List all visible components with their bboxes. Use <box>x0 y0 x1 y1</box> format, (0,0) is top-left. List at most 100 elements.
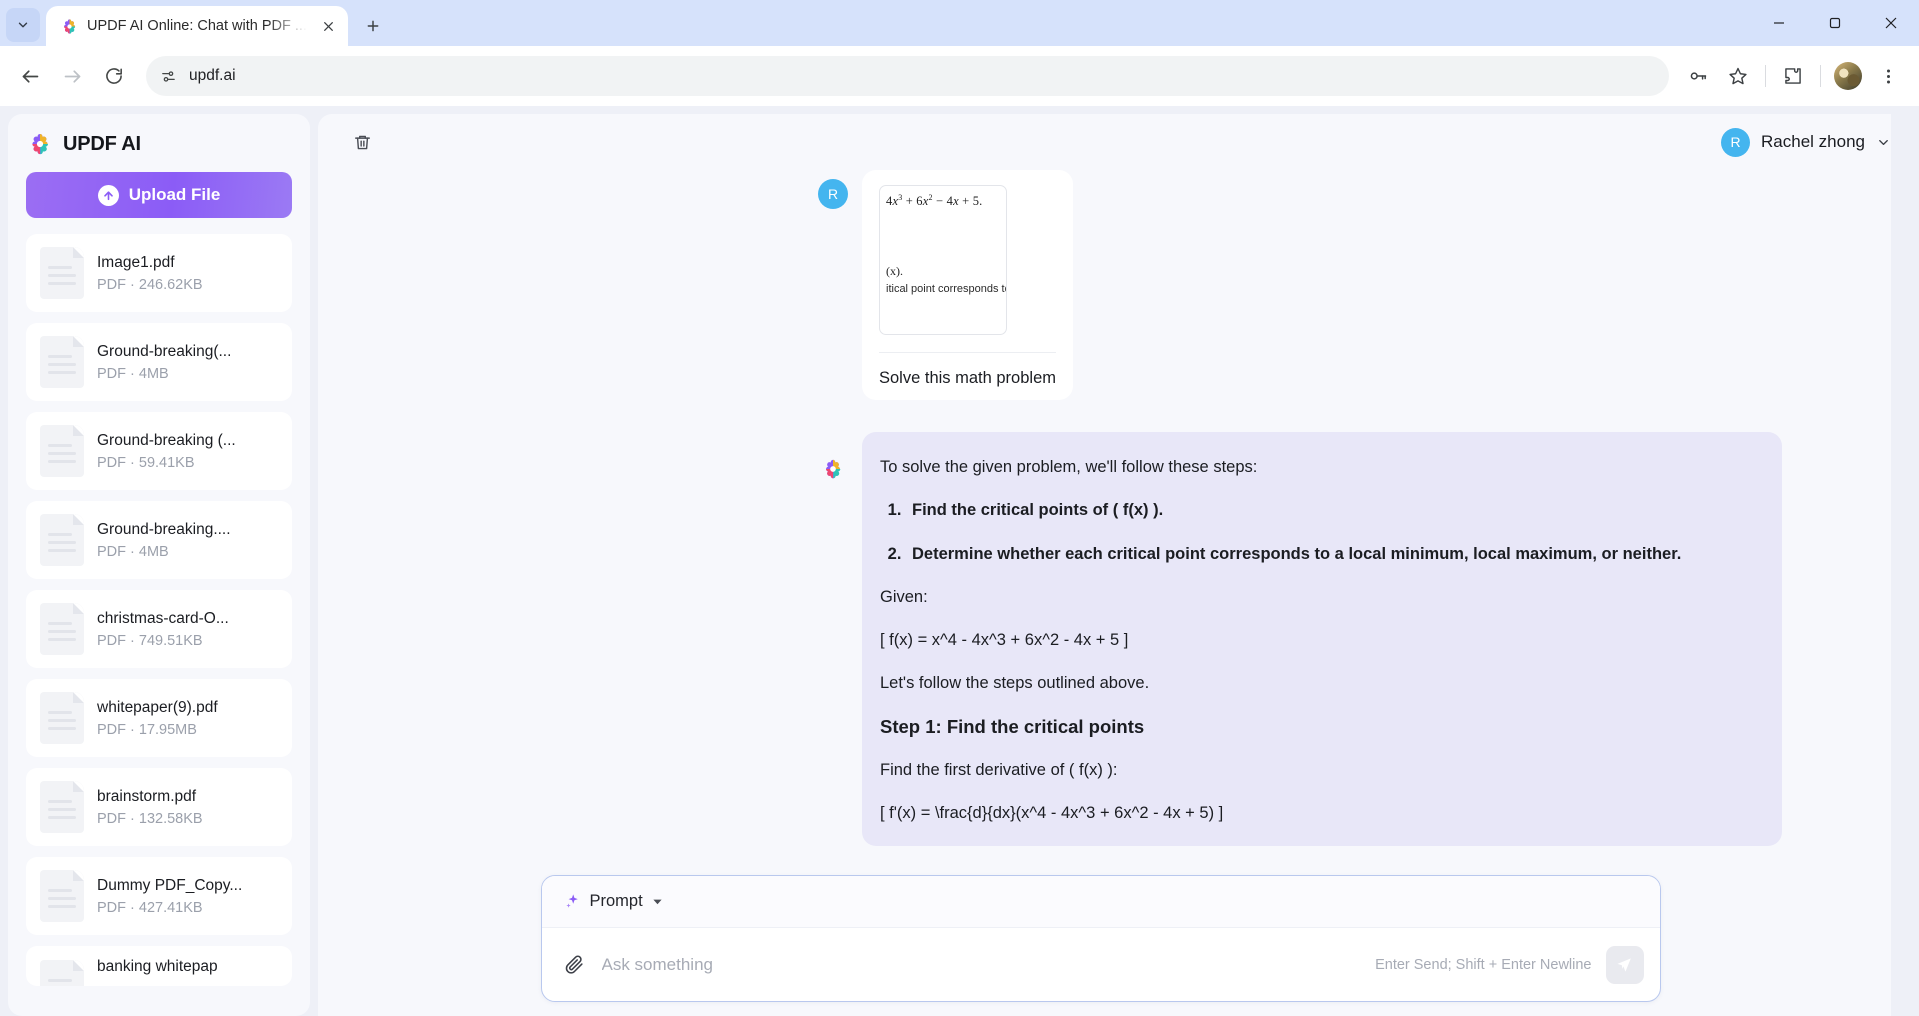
pdf-thumb-icon <box>40 336 84 388</box>
forward-arrow-icon <box>52 56 92 96</box>
updf-logo-icon <box>28 132 52 156</box>
account-menu[interactable]: R Rachel zhong <box>1721 127 1897 157</box>
attached-image-thumbnail[interactable]: 4x3 + 6x2 − 4x + 5. (x). itical point co… <box>879 185 1007 335</box>
pdf-thumb-icon <box>40 781 84 833</box>
thumbnail-line-2: (x). <box>886 264 903 278</box>
window-controls <box>1751 0 1919 46</box>
new-tab-button[interactable] <box>356 9 390 43</box>
file-name: brainstorm.pdf <box>97 787 197 805</box>
ai-message-bubble: To solve the given problem, we'll follow… <box>862 432 1782 847</box>
pdf-thumb-icon <box>40 960 84 986</box>
chrome-menu-icon[interactable] <box>1869 57 1907 95</box>
list-item[interactable]: banking whitepap <box>26 946 292 986</box>
list-item[interactable]: Dummy PDF_Copy... PDF · 427.41KB <box>26 857 292 935</box>
ai-message: To solve the given problem, we'll follow… <box>318 432 1883 847</box>
site-settings-icon[interactable] <box>160 68 177 85</box>
password-key-icon[interactable] <box>1679 57 1717 95</box>
file-name: whitepaper(9).pdf <box>97 698 218 716</box>
list-item[interactable]: Ground-breaking (... PDF · 59.41KB <box>26 412 292 490</box>
list-item[interactable]: christmas-card-O... PDF · 749.51KB <box>26 590 292 668</box>
user-message: R 4x3 + 6x2 − 4x + 5. (x). itical point … <box>318 170 1883 400</box>
file-name: Dummy PDF_Copy... <box>97 876 243 894</box>
file-name: christmas-card-O... <box>97 609 229 627</box>
page-right-gutter <box>1891 106 1919 1016</box>
sidebar: UPDF AI Upload File Image1.pdf PDF · 246… <box>8 114 310 1016</box>
upload-file-button[interactable]: Upload File <box>26 172 292 218</box>
prompt-label: Prompt <box>589 892 643 910</box>
ai-intro-text: To solve the given problem, we'll follow… <box>880 458 1258 476</box>
toolbar-divider <box>1765 65 1766 87</box>
ai-given-label: Given: <box>880 587 928 606</box>
reload-icon[interactable] <box>94 56 134 96</box>
file-meta: PDF · 4MB <box>97 365 169 382</box>
composer-toolbar: Prompt <box>541 876 1660 928</box>
file-name: Ground-breaking(... <box>97 342 232 360</box>
thumbnail-line-3: itical point corresponds to <box>886 283 1007 295</box>
list-item[interactable]: brainstorm.pdf PDF · 132.58KB <box>26 768 292 846</box>
paperclip-icon[interactable] <box>562 952 588 978</box>
thumbnail-equation-line: 4x3 + 6x2 − 4x + 5. <box>886 193 983 209</box>
chat-header: R Rachel zhong <box>318 114 1919 170</box>
list-item[interactable]: Ground-breaking.... PDF · 4MB <box>26 501 292 579</box>
list-item[interactable]: Ground-breaking(... PDF · 4MB <box>26 323 292 401</box>
ai-step-item: Determine whether each critical point co… <box>906 543 1754 565</box>
composer-hint: Enter Send; Shift + Enter Newline <box>1375 956 1592 973</box>
window-maximize-button[interactable] <box>1807 0 1863 46</box>
window-minimize-button[interactable] <box>1751 0 1807 46</box>
file-name: Image1.pdf <box>97 253 175 271</box>
close-tab-icon[interactable] <box>316 14 340 38</box>
file-meta: PDF · 246.62KB <box>97 276 203 293</box>
pdf-thumb-icon <box>40 425 84 477</box>
file-meta: PDF · 132.58KB <box>97 810 203 827</box>
trash-icon[interactable] <box>346 126 378 158</box>
list-item[interactable]: whitepaper(9).pdf PDF · 17.95MB <box>26 679 292 757</box>
composer-area: Prompt Enter Send; Shift + Enter Newline <box>318 849 1919 1016</box>
browser-tab[interactable]: UPDF AI Online: Chat with PDF ... <box>46 6 348 46</box>
sidebar-brand: UPDF AI <box>8 114 310 170</box>
ai-derivative-text: Find the first derivative of ( f(x) ): <box>880 760 1118 779</box>
file-meta: PDF · 59.41KB <box>97 454 195 471</box>
chevron-down-icon[interactable] <box>652 896 663 907</box>
browser-toolbar: updf.ai <box>0 46 1919 106</box>
composer-input-row: Enter Send; Shift + Enter Newline <box>542 928 1660 1001</box>
ai-step-heading: Step 1: Find the critical points <box>880 715 1145 737</box>
avatar: R <box>818 179 848 209</box>
tab-search-chevron-icon[interactable] <box>6 8 40 42</box>
tab-title: UPDF AI Online: Chat with PDF ... <box>87 18 307 34</box>
message-composer: Prompt Enter Send; Shift + Enter Newline <box>540 875 1661 1002</box>
bookmark-star-icon[interactable] <box>1719 57 1757 95</box>
file-meta: PDF · 17.95MB <box>97 721 197 738</box>
chevron-down-icon[interactable] <box>1876 135 1891 150</box>
ai-given-formula: [ f(x) = x^4 - 4x^3 + 6x^2 - 4x + 5 ] <box>880 631 1129 650</box>
chat-panel: R Rachel zhong R 4x3 + 6x2 − 4x + 5. (x)… <box>318 114 1919 1016</box>
back-arrow-icon[interactable] <box>10 56 50 96</box>
toolbar-right-icons <box>1679 57 1907 95</box>
user-message-text: Solve this math problem <box>879 352 1056 388</box>
extensions-puzzle-icon[interactable] <box>1774 57 1812 95</box>
file-name: banking whitepap <box>97 958 218 975</box>
pdf-thumb-icon <box>40 870 84 922</box>
user-message-bubble: 4x3 + 6x2 − 4x + 5. (x). itical point co… <box>862 170 1073 400</box>
pdf-thumb-icon <box>40 692 84 744</box>
pdf-thumb-icon <box>40 514 84 566</box>
file-list[interactable]: Image1.pdf PDF · 246.62KB Ground-breakin… <box>8 234 310 1016</box>
profile-avatar[interactable] <box>1829 57 1867 95</box>
file-name: Ground-breaking (... <box>97 431 236 449</box>
file-meta: PDF · 4MB <box>97 543 169 560</box>
ai-steps-list: Find the critical points of ( f(x) ). De… <box>880 499 1754 565</box>
upload-arrow-icon <box>97 184 119 206</box>
browser-tab-strip: UPDF AI Online: Chat with PDF ... <box>0 0 1919 46</box>
search-input[interactable] <box>601 954 1362 975</box>
pdf-thumb-icon <box>40 603 84 655</box>
send-icon[interactable] <box>1605 945 1644 984</box>
file-meta: PDF · 749.51KB <box>97 632 203 649</box>
window-close-button[interactable] <box>1863 0 1919 46</box>
ai-step-item: Find the critical points of ( f(x) ). <box>906 499 1754 521</box>
sparkle-icon <box>564 893 581 910</box>
upload-file-label: Upload File <box>128 185 221 204</box>
address-bar[interactable]: updf.ai <box>146 56 1669 96</box>
account-name: Rachel zhong <box>1761 132 1865 151</box>
list-item[interactable]: Image1.pdf PDF · 246.62KB <box>26 234 292 312</box>
avatar: R <box>1721 127 1751 157</box>
prompt-dropdown[interactable]: Prompt <box>564 892 663 911</box>
